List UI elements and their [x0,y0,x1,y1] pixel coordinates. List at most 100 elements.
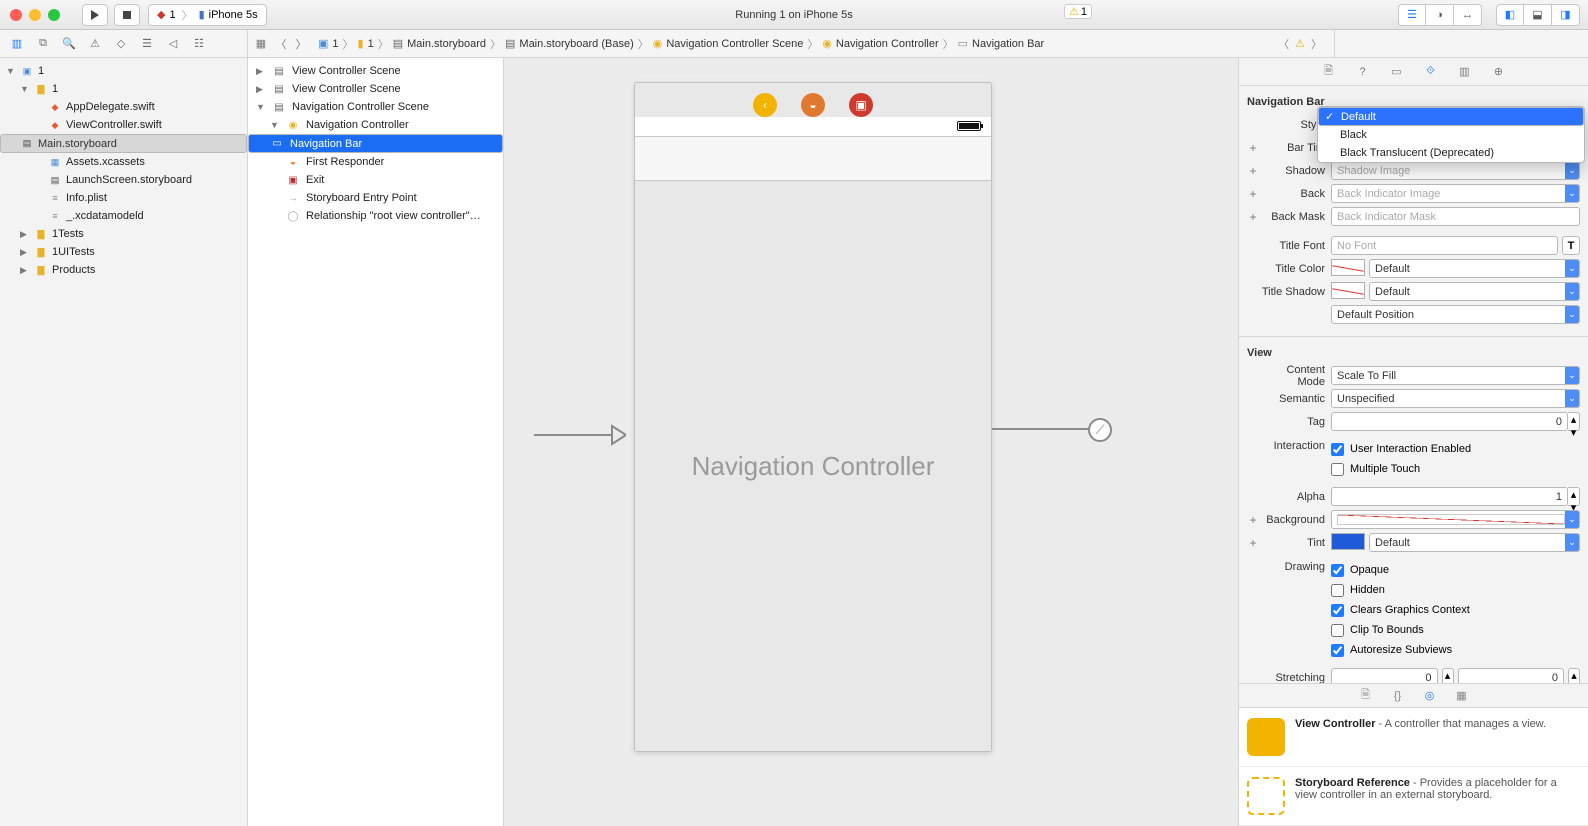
drawing-checkbox[interactable]: Hidden [1331,581,1580,599]
back-plus-icon[interactable]: + [1247,187,1259,201]
object-library-icon[interactable]: ◎ [1422,689,1438,702]
ib-canvas[interactable]: ‹ ◒ ▣ Navigation Controller ⟋ [504,58,1238,826]
issue-badge[interactable]: ⚠ 1 [1064,4,1092,19]
run-button[interactable] [82,4,108,26]
find-navigator-icon[interactable]: 🔍 [60,35,78,53]
navigator-item[interactable]: ▤Main.storyboard [0,134,247,153]
drawing-checkbox[interactable]: Clip To Bounds [1331,621,1580,639]
scene-exit-icon[interactable]: ▣ [849,93,873,117]
outline-item[interactable]: →Storyboard Entry Point [248,189,503,207]
outline-item[interactable]: ▶▤View Controller Scene [248,80,503,98]
connections-inspector-icon[interactable]: ⊕ [1490,63,1508,81]
bar-tint-plus-icon[interactable]: + [1247,141,1259,155]
source-control-navigator-icon[interactable]: ⧉ [34,35,52,53]
related-items-icon[interactable]: ▦ [254,37,268,51]
jump-seg-navbar[interactable]: Navigation Bar [972,38,1044,50]
document-outline[interactable]: ▶▤View Controller Scene▶▤View Controller… [248,58,504,826]
style-option[interactable]: Black [1318,126,1584,144]
tag-stepper[interactable]: ▴▾ [1568,412,1580,431]
title-position-select[interactable]: Default Position⌄ [1331,305,1580,324]
stop-button[interactable] [114,4,140,26]
library-item[interactable]: Storyboard Reference - Provides a placeh… [1239,767,1588,826]
project-navigator[interactable]: ▼▣1▼▇1◆AppDelegate.swift◆ViewController.… [0,58,248,826]
tag-input[interactable]: 0 [1331,412,1568,431]
navigator-item[interactable]: ≡Info.plist [0,189,247,207]
back-mask-input[interactable]: Back Indicator Mask [1331,207,1580,226]
stretching-x-stepper[interactable]: ▴▾ [1442,668,1454,683]
multiple-touch-checkbox[interactable]: Multiple Touch [1331,460,1580,478]
inspector-body[interactable]: Navigation Bar Style ⌄ DefaultBlackBlack… [1239,86,1588,683]
report-navigator-icon[interactable]: ☷ [190,35,208,53]
title-shadow-swatch[interactable] [1331,282,1365,299]
jump-seg-project[interactable]: 1 [332,38,338,50]
scene-navigation-controller[interactable]: ‹ ◒ ▣ Navigation Controller [634,82,992,752]
title-font-input[interactable]: No Font [1331,236,1558,255]
navigator-item[interactable]: ▼▣1 [0,62,247,80]
navigator-item[interactable]: ▼▇1 [0,80,247,98]
tint-swatch[interactable] [1331,533,1365,550]
outline-item[interactable]: ◯Relationship "root view controller"… [248,207,503,225]
jump-seg-base[interactable]: Main.storyboard (Base) [519,38,633,50]
file-inspector-icon[interactable]: 🗎 [1320,63,1338,81]
navigator-item[interactable]: ▤LaunchScreen.storyboard [0,171,247,189]
size-inspector-icon[interactable]: ▥ [1456,63,1474,81]
standard-editor-button[interactable]: ☰ [1398,4,1426,26]
attributes-inspector-icon[interactable]: ⟐ [1422,63,1440,81]
navigation-bar-view[interactable] [635,137,991,181]
file-template-library-icon[interactable]: 🗎 [1358,686,1374,705]
style-dropdown[interactable]: DefaultBlackBlack Translucent (Deprecate… [1317,106,1585,163]
semantic-select[interactable]: Unspecified⌄ [1331,389,1580,408]
object-library[interactable]: View Controller - A controller that mana… [1239,707,1588,826]
toggle-navigator-button[interactable]: ◧ [1496,4,1524,26]
minimize-icon[interactable] [29,9,41,21]
breakpoint-navigator-icon[interactable]: ◁ [164,35,182,53]
outline-item[interactable]: ▭Navigation Bar [248,134,503,153]
navigator-item[interactable]: ≡_.xcdatamodeld [0,207,247,225]
title-shadow-select[interactable]: Default⌄ [1369,282,1580,301]
back-mask-plus-icon[interactable]: + [1247,210,1259,224]
media-library-icon[interactable]: ▦ [1454,689,1470,702]
jump-seg-scene[interactable]: Navigation Controller Scene [666,38,803,50]
stretching-y-stepper[interactable]: ▴▾ [1568,668,1580,683]
jump-seg-group[interactable]: 1 [368,38,374,50]
tint-plus-icon[interactable]: + [1247,536,1259,550]
outline-item[interactable]: ▼◉Navigation Controller [248,116,503,134]
code-snippet-library-icon[interactable]: {} [1390,690,1406,702]
stretching-x-input[interactable]: 0 [1331,668,1438,683]
segue-knob-icon[interactable]: ⟋ [1088,418,1112,442]
jump-seg-controller[interactable]: Navigation Controller [836,38,939,50]
outline-item[interactable]: ◒First Responder [248,153,503,171]
identity-inspector-icon[interactable]: ▭ [1388,63,1406,81]
next-issue-icon[interactable]: 〉 [1311,36,1322,52]
outline-item[interactable]: ▼▤Navigation Controller Scene [248,98,503,116]
outline-item[interactable]: ▶▤View Controller Scene [248,62,503,80]
drawing-checkbox[interactable]: Clears Graphics Context [1331,601,1580,619]
navigator-item[interactable]: ◆AppDelegate.swift [0,98,247,116]
prev-issue-icon[interactable]: 〈 [1278,36,1289,52]
background-select[interactable]: ⌄ [1331,510,1580,529]
shadow-plus-icon[interactable]: + [1247,164,1259,178]
back-icon[interactable]: 〈 [274,37,288,51]
library-item[interactable]: View Controller - A controller that mana… [1239,708,1588,767]
alpha-input[interactable]: 1 [1331,487,1568,506]
help-inspector-icon[interactable]: ? [1354,63,1372,81]
toggle-debug-button[interactable]: ⬓ [1524,4,1552,26]
jump-seg-file[interactable]: Main.storyboard [407,38,486,50]
outline-item[interactable]: ▣Exit [248,171,503,189]
navigator-item[interactable]: ▶▇1Tests [0,225,247,243]
title-color-swatch[interactable] [1331,259,1365,276]
jump-bar[interactable]: ▦ 〈 〉 ▣1〉 ▮1〉 ▤Main.storyboard〉 ▤Main.st… [248,30,1334,57]
user-interaction-checkbox[interactable]: User Interaction Enabled [1331,440,1580,458]
issue-navigator-icon[interactable]: ⚠ [86,35,104,53]
alpha-stepper[interactable]: ▴▾ [1568,487,1580,506]
maximize-icon[interactable] [48,9,60,21]
drawing-checkbox[interactable]: Opaque [1331,561,1580,579]
navigator-item[interactable]: ◆ViewController.swift [0,116,247,134]
toggle-utilities-button[interactable]: ◨ [1552,4,1580,26]
shadow-select[interactable]: Shadow Image⌄ [1331,161,1580,180]
title-color-select[interactable]: Default⌄ [1369,259,1580,278]
test-navigator-icon[interactable]: ◇ [112,35,130,53]
assistant-editor-button[interactable]: ◑ [1426,4,1454,26]
navigator-item[interactable]: ▶▇1UITests [0,243,247,261]
close-icon[interactable] [10,9,22,21]
